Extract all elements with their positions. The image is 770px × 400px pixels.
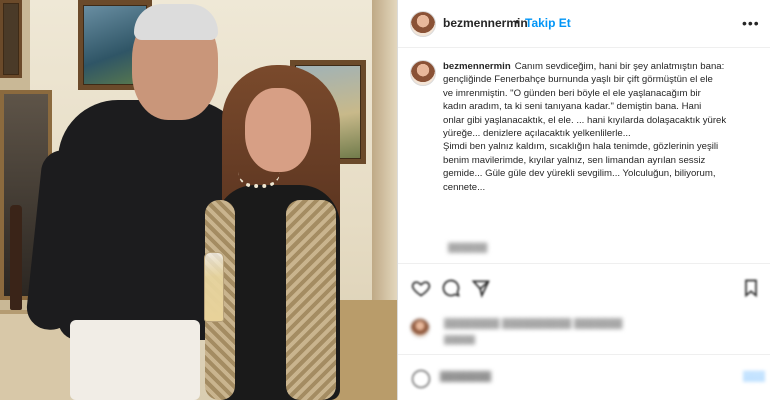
wine-bottle (10, 205, 22, 310)
post-comment-button[interactable]: ▓▓▓ (743, 371, 765, 382)
post-sidebar: bezmennermin • Takip Et ••• bezmennermin… (397, 0, 770, 400)
share-icon[interactable] (470, 278, 492, 298)
comment-bar: ▓▓▓ (398, 354, 770, 400)
caption-line: benim mavilerimde, kıyılar yalnız, sen l… (443, 154, 706, 166)
man-hair (134, 4, 218, 40)
caption-username[interactable]: bezmennermin (443, 61, 511, 72)
caption-avatar[interactable] (410, 60, 436, 86)
caption-line: ve imrenmiştin. "O günden beri böyle el … (443, 87, 701, 99)
caption-line: cennete... (443, 181, 486, 193)
emoji-icon[interactable] (412, 370, 430, 388)
post-photo[interactable] (0, 0, 397, 400)
likes-text[interactable]: ▓▓▓▓▓▓▓▓ ▓▓▓▓▓▓▓▓▓▓ ▓▓▓▓▓▓▓ (444, 318, 622, 329)
caption-line: yüreğe... denizlere açılacaktık yelkenli… (443, 128, 631, 140)
post-date: ▓▓▓▓▓ (444, 334, 475, 344)
woman-face (245, 88, 311, 172)
separator-dot: • (515, 14, 520, 29)
caption-line: Şimdi ben yalnız kaldım, sıcaklığın hala… (443, 141, 719, 153)
follow-button[interactable]: Takip Et (525, 16, 571, 30)
caption-line: gemide... Güle güle dev yürekli sevgilim… (443, 168, 716, 180)
champagne-glass (204, 252, 224, 322)
caption: bezmennermin Canım sevdiceğim, hani bir ş… (443, 60, 761, 194)
likes-section: ▓▓▓▓▓▓▓▓ ▓▓▓▓▓▓▓▓▓▓ ▓▓▓▓▓▓▓ ▓▓▓▓▓ (410, 316, 650, 344)
woman-cardigan-right (286, 200, 336, 400)
comment-icon[interactable] (440, 278, 462, 298)
caption-line: onlar gibi yaşlanacaktık, el ele. ... ha… (443, 114, 727, 126)
caption-line: gençliğinde Fenerbahçe burnunda yaşlı bi… (443, 74, 713, 86)
avatar[interactable] (410, 11, 436, 37)
comment-input[interactable] (440, 371, 670, 382)
caption-line: kadın aradım, ta ki seni tanıyana kadar.… (443, 101, 702, 113)
heart-icon[interactable] (410, 278, 432, 298)
action-bar (398, 263, 770, 307)
more-horizontal-icon[interactable]: ••• (742, 15, 760, 31)
wall-painting-left (0, 0, 22, 78)
bookmark-icon[interactable] (740, 278, 762, 298)
man-trousers (70, 320, 200, 400)
caption-line: bezmennermin Canım sevdiceğim, hani bir ş… (443, 61, 725, 72)
door-frame (372, 0, 397, 330)
post-header: bezmennermin • Takip Et ••• (398, 0, 770, 48)
caption-timestamp: ▓▓▓▓▓▓ (448, 242, 488, 252)
